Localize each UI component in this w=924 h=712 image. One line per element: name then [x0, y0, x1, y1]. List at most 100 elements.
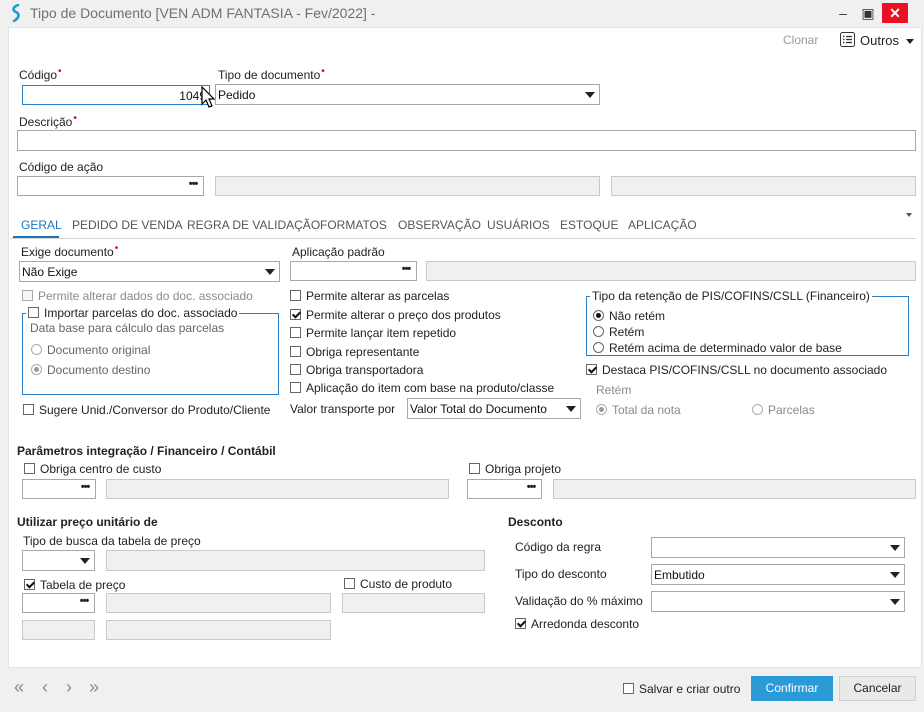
chevron-down-icon [80, 558, 90, 564]
data-base-label: Data base para cálculo das parcelas [30, 321, 225, 335]
centro-custo-desc-field [106, 479, 449, 499]
lookup-dots-icon[interactable]: ••• [396, 262, 416, 280]
tabela-preco-checkbox[interactable]: Tabela de preço [24, 578, 125, 592]
tab-geral[interactable]: GERAL [21, 218, 62, 232]
tabela-preco-input[interactable]: ••• [22, 593, 95, 613]
codigo-regra-select[interactable] [651, 537, 905, 558]
confirmar-button[interactable]: Confirmar [751, 676, 833, 701]
preco-extra-field-1 [22, 620, 95, 640]
tab-formatos[interactable]: FORMATOS [320, 218, 387, 232]
salvar-criar-outro-checkbox[interactable]: Salvar e criar outro [623, 682, 740, 696]
tab-regra-de-validacao[interactable]: REGRA DE VALIDAÇÃO [187, 218, 320, 232]
permite-alterar-dados-checkbox[interactable]: Permite alterar dados do doc. associado [22, 289, 253, 303]
obriga-centro-custo-checkbox[interactable]: Obriga centro de custo [24, 462, 161, 476]
codigo-input[interactable]: 1049 [22, 85, 210, 105]
tipo-desconto-label: Tipo do desconto [515, 567, 607, 581]
documento-original-radio[interactable]: Documento original [31, 343, 150, 357]
validacao-maximo-select[interactable] [651, 591, 905, 612]
aplicacao-padrao-input[interactable]: ••• [290, 261, 417, 281]
nav-prev-icon[interactable]: ‹ [42, 678, 48, 696]
valor-transporte-select[interactable]: Valor Total do Documento [407, 398, 581, 419]
retem-label: Retém [596, 383, 632, 397]
codigo-acao-label: Código de ação [19, 160, 104, 174]
close-button[interactable]: ✕ [882, 3, 908, 23]
tabs-overflow-icon[interactable] [906, 213, 912, 217]
custo-produto-field [342, 593, 485, 613]
validacao-maximo-label: Validação do % máximo [515, 594, 643, 608]
aplicacao-padrao-desc-field [426, 261, 916, 281]
maximize-button[interactable]: ▣ [858, 3, 878, 23]
chevron-down-icon [265, 269, 275, 275]
importar-parcelas-checkbox[interactable]: Importar parcelas do doc. associado [26, 306, 240, 320]
tipo-documento-select[interactable]: Pedido [215, 84, 600, 105]
window-title: Tipo de Documento [VEN ADM FANTASIA - Fe… [30, 5, 376, 21]
chevron-down-icon [906, 39, 914, 44]
chevron-down-icon [566, 406, 576, 412]
obriga-transportadora-checkbox[interactable]: Obriga transportadora [290, 363, 423, 377]
tab-usuarios[interactable]: USUÁRIOS [487, 218, 550, 232]
projeto-input[interactable]: ••• [467, 479, 542, 499]
lookup-dots-icon[interactable]: ••• [183, 177, 203, 195]
tipo-desconto-select[interactable]: Embutido [651, 564, 905, 585]
sugere-unid-checkbox[interactable]: Sugere Unid./Conversor do Produto/Client… [23, 403, 270, 417]
cancelar-button[interactable]: Cancelar [839, 676, 916, 701]
tab-pedido-de-venda[interactable]: PEDIDO DE VENDA [72, 218, 183, 232]
integracao-title: Parâmetros integração / Financeiro / Con… [17, 444, 276, 458]
retem-acima-radio[interactable]: Retém acima de determinado valor de base [593, 341, 842, 355]
tabela-preco-desc-field [106, 593, 331, 613]
preco-title: Utilizar preço unitário de [17, 515, 158, 529]
lookup-dots-icon[interactable]: ••• [74, 594, 94, 612]
documento-destino-radio[interactable]: Documento destino [31, 363, 150, 377]
tipo-busca-desc-field [106, 550, 485, 571]
exige-documento-select[interactable]: Não Exige [19, 261, 280, 282]
permite-alterar-parcelas-checkbox[interactable]: Permite alterar as parcelas [290, 289, 449, 303]
permite-item-repetido-checkbox[interactable]: Permite lançar item repetido [290, 326, 456, 340]
chevron-down-icon [890, 545, 900, 551]
aplicacao-item-checkbox[interactable]: Aplicação do item com base na produto/cl… [290, 381, 554, 395]
desconto-title: Desconto [508, 515, 563, 529]
descricao-input[interactable] [17, 130, 916, 151]
projeto-desc-field [553, 479, 916, 499]
tab-divider [10, 238, 916, 239]
codigo-regra-label: Código da regra [515, 540, 602, 554]
aplicacao-padrao-label: Aplicação padrão [292, 245, 385, 259]
centro-custo-input[interactable]: ••• [22, 479, 96, 499]
tab-active-indicator [13, 236, 59, 238]
nav-next-icon[interactable]: › [66, 678, 72, 696]
codigo-acao-extra-field [611, 176, 916, 196]
nao-retem-radio[interactable]: Não retém [593, 309, 665, 323]
descricao-label: Descrição• [19, 113, 77, 129]
obriga-projeto-checkbox[interactable]: Obriga projeto [469, 462, 561, 476]
tipo-documento-label: Tipo de documento• [218, 66, 325, 82]
codigo-acao-desc-field [215, 176, 600, 196]
chevron-down-icon [890, 599, 900, 605]
total-nota-radio[interactable]: Total da nota [596, 403, 681, 417]
retem-radio[interactable]: Retém [593, 325, 644, 339]
nav-last-icon[interactable]: » [89, 678, 99, 696]
tipo-busca-label: Tipo de busca da tabela de preço [23, 534, 201, 548]
tipo-busca-select[interactable] [22, 550, 95, 571]
codigo-label: Código• [19, 66, 62, 82]
app-logo-icon [12, 4, 20, 22]
chevron-down-icon [585, 92, 595, 98]
parcelas-radio[interactable]: Parcelas [752, 403, 815, 417]
outros-menu-button[interactable]: Outros [860, 33, 899, 48]
chevron-down-icon [890, 572, 900, 578]
lookup-dots-icon[interactable]: ••• [75, 480, 95, 498]
tab-aplicacao[interactable]: APLICAÇÃO [628, 218, 697, 232]
list-icon [840, 32, 855, 47]
valor-transporte-label: Valor transporte por [290, 402, 396, 416]
nav-first-icon[interactable]: « [14, 678, 24, 696]
lookup-dots-icon[interactable]: ••• [521, 480, 541, 498]
tab-estoque[interactable]: ESTOQUE [560, 218, 618, 232]
minimize-button[interactable]: – [833, 3, 853, 23]
custo-produto-checkbox[interactable]: Custo de produto [344, 577, 452, 591]
clonar-button[interactable]: Clonar [783, 33, 818, 47]
codigo-acao-input[interactable]: ••• [17, 176, 204, 196]
permite-alterar-preco-checkbox[interactable]: Permite alterar o preço dos produtos [290, 308, 501, 322]
preco-extra-field-2 [106, 620, 331, 640]
tab-observacao[interactable]: OBSERVAÇÃO [398, 218, 481, 232]
obriga-representante-checkbox[interactable]: Obriga representante [290, 345, 419, 359]
destaca-pis-checkbox[interactable]: Destaca PIS/COFINS/CSLL no documento ass… [586, 363, 887, 377]
arredonda-desconto-checkbox[interactable]: Arredonda desconto [515, 617, 639, 631]
